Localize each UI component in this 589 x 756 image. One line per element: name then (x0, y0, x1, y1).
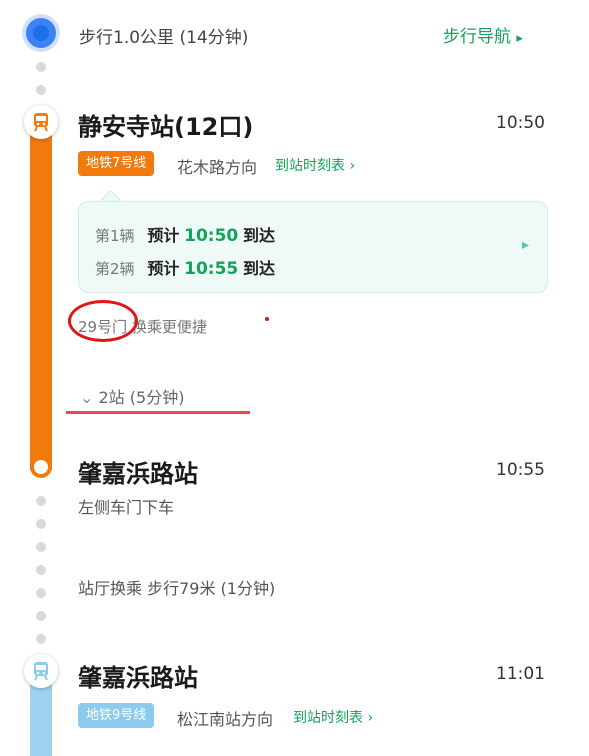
stops-count-text: 2站 (5分钟) (98, 388, 185, 407)
exit-door-note: 左侧车门下车 (78, 498, 175, 517)
station-arrival-time: 11:01 (496, 664, 545, 684)
transfer-path-dot (36, 496, 46, 506)
timetable-link[interactable]: 到站时刻表 › (275, 155, 355, 175)
transfer-path-dot (36, 588, 46, 598)
transfer-path-dot (36, 565, 46, 575)
walk-path-dot (36, 62, 46, 72)
metro-station-icon (24, 654, 58, 688)
walk-path-dot (36, 85, 46, 95)
transfer-path-dot (36, 519, 46, 529)
train-icon (34, 113, 48, 132)
stops-expand-toggle[interactable]: ⌄ 2站 (5分钟) (80, 384, 184, 408)
annotation-underline (66, 411, 250, 414)
arrival-row: 第2辆 预计 10:55 到达 (95, 255, 275, 279)
arrival-prefix: 预计 (147, 226, 180, 245)
arrival-time: 10:55 (184, 259, 239, 279)
station-arrival-time: 10:50 (496, 113, 545, 133)
train-icon (34, 662, 48, 681)
annotation-dot (265, 317, 269, 321)
station-arrival-time: 10:55 (496, 460, 545, 480)
arrival-time: 10:50 (184, 226, 239, 246)
arrival-prefix: 预计 (147, 259, 180, 278)
metro-station-icon (24, 105, 58, 139)
metro-line-badge: 地铁9号线 (78, 703, 155, 728)
chevron-down-icon: ⌄ (80, 388, 94, 407)
arrival-row: 第1辆 预计 10:50 到达 (95, 222, 275, 246)
transfer-path-dot (36, 611, 46, 621)
timetable-label: 到站时刻表 (275, 158, 345, 174)
timetable-link[interactable]: 到站时刻表 › (293, 707, 373, 727)
arrival-suffix: 到达 (243, 226, 276, 245)
timetable-label: 到站时刻表 (293, 710, 363, 726)
station-name: 肇嘉浜路站 (78, 460, 198, 488)
chevron-right-icon: ▸ (522, 237, 530, 253)
transfer-walk-text: 站厅换乘 步行79米 (1分钟) (78, 579, 276, 598)
walk-navigation-label: 步行导航 (443, 27, 511, 47)
vehicle-label: 第1辆 (95, 227, 135, 245)
vehicle-label: 第2辆 (95, 260, 135, 278)
line-direction: 花木路方向 (177, 158, 258, 177)
station-name: 静安寺站(12口) (78, 113, 254, 141)
transfer-path-dot (36, 634, 46, 644)
arrival-suffix: 到达 (243, 259, 276, 278)
chevron-right-icon: ▸ (516, 31, 523, 46)
metro-line-9-route-bar (30, 676, 52, 756)
metro-line-badge: 地铁7号线 (78, 151, 155, 176)
transfer-path-dot (36, 542, 46, 552)
line-end-marker (30, 456, 52, 478)
annotation-circle (68, 300, 138, 342)
walk-navigation-button[interactable]: 步行导航 ▸ (443, 22, 523, 47)
line-direction: 松江南站方向 (177, 710, 274, 729)
walk-distance-text: 步行1.0公里 (14分钟) (79, 28, 249, 48)
chevron-right-icon: › (349, 158, 356, 174)
chevron-right-icon: › (367, 710, 374, 726)
metro-line-7-route-bar (30, 125, 52, 470)
arrival-info-card[interactable]: 第1辆 预计 10:50 到达 第2辆 预计 10:55 到达 ▸ (78, 201, 548, 293)
station-name: 肇嘉浜路站 (78, 664, 198, 692)
